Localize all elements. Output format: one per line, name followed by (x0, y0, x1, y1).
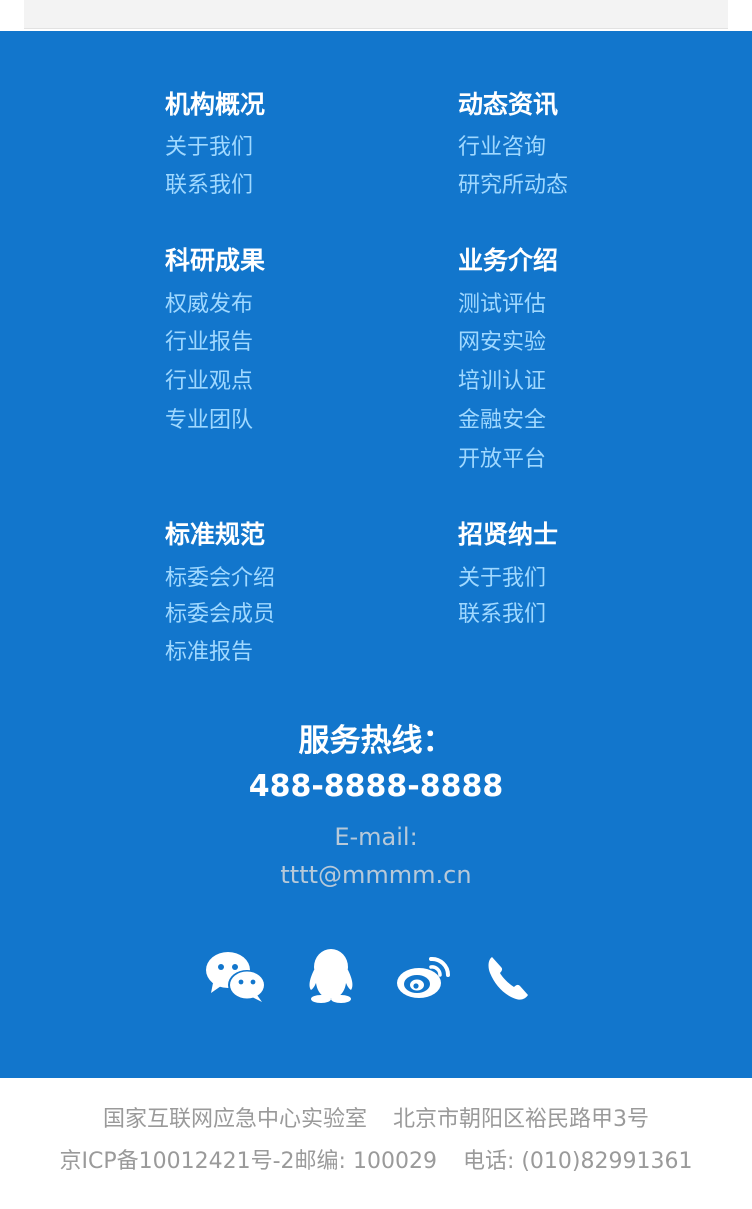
footer-line-1: 国家互联网应急中心实验室 北京市朝阳区裕民路甲3号 (0, 1105, 752, 1135)
link-expert-team[interactable]: 专业团队 (165, 407, 253, 435)
section-title-standards: 标准规范 (165, 520, 266, 549)
phone-icon[interactable] (486, 953, 532, 1001)
section-title-news: 动态资讯 (458, 90, 559, 119)
footer-line-2: 京ICP备10012421号-2邮编: 100029 电话: (010)82991… (0, 1147, 752, 1177)
section-title-about: 机构概况 (165, 90, 266, 119)
footer-phone: 电话: (010)82991361 (462, 1149, 693, 1174)
footer-address: 北京市朝阳区裕民路甲3号 (393, 1107, 649, 1132)
wechat-icon[interactable] (205, 951, 267, 1003)
link-test-evaluation[interactable]: 测试评估 (458, 291, 546, 319)
link-finance-security[interactable]: 金融安全 (458, 407, 546, 435)
qq-icon[interactable] (304, 948, 358, 1004)
link-institute-news[interactable]: 研究所动态 (458, 172, 568, 200)
link-industry-consulting[interactable]: 行业咨询 (458, 134, 546, 162)
top-strip (0, 0, 752, 31)
link-training-cert[interactable]: 培训认证 (458, 368, 546, 396)
footer-org: 国家互联网应急中心实验室 (102, 1107, 367, 1132)
footer-icp[interactable]: 京ICP备10012421号-2 (60, 1149, 295, 1174)
link-open-platform[interactable]: 开放平台 (458, 446, 546, 474)
weibo-icon[interactable] (395, 953, 451, 1001)
hotline-number[interactable]: 488-8888-8888 (0, 768, 752, 806)
footer-postcode: 邮编: 100029 (294, 1149, 437, 1174)
top-bar (24, 0, 728, 29)
email-label: E-mail: (334, 823, 418, 851)
link-committee-members[interactable]: 标委会成员 (165, 601, 275, 629)
link-industry-report[interactable]: 行业报告 (165, 329, 253, 357)
footer-nav-panel: 机构概况 关于我们 联系我们 动态资讯 行业咨询 研究所动态 科研成果 权威发布… (0, 31, 752, 1078)
link-authoritative-release[interactable]: 权威发布 (165, 291, 253, 319)
link-committee-intro[interactable]: 标委会介绍 (165, 565, 275, 593)
section-title-careers: 招贤纳士 (458, 520, 559, 549)
hotline-label: 服务热线： (298, 723, 454, 759)
link-contact-us[interactable]: 联系我们 (165, 172, 253, 200)
link-industry-views[interactable]: 行业观点 (165, 368, 253, 396)
section-title-business: 业务介绍 (458, 246, 559, 275)
link-careers-contact[interactable]: 联系我们 (458, 601, 546, 629)
section-title-research: 科研成果 (165, 246, 266, 275)
link-careers-about[interactable]: 关于我们 (458, 565, 546, 593)
link-about-us[interactable]: 关于我们 (165, 134, 253, 162)
link-security-lab[interactable]: 网安实验 (458, 329, 546, 357)
link-standard-report[interactable]: 标准报告 (165, 639, 253, 667)
email-address[interactable]: tttt@mmmm.cn (0, 860, 752, 890)
